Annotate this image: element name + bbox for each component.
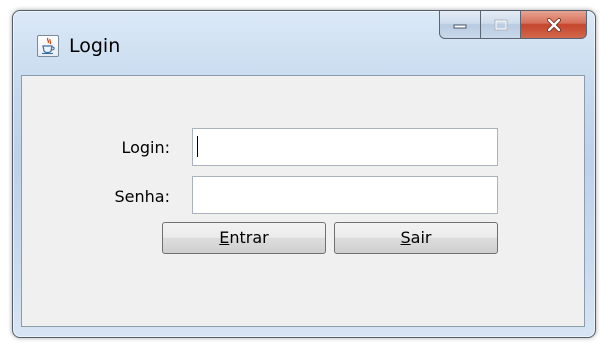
close-icon <box>546 17 561 32</box>
maximize-icon <box>494 19 507 30</box>
exit-label-rest: air <box>410 228 432 247</box>
exit-mnemonic: S <box>400 228 411 247</box>
password-input[interactable] <box>192 176 498 214</box>
login-label: Login: <box>121 138 170 157</box>
client-area: Login: Senha: Entrar Sair <box>21 75 585 327</box>
text-caret <box>197 136 198 157</box>
exit-button[interactable]: Sair <box>334 222 498 254</box>
title-bar[interactable]: Login <box>13 11 595 75</box>
minimize-button[interactable] <box>439 11 481 39</box>
login-window: Login Login: Senha: Entrar Sair <box>12 10 596 338</box>
minimize-icon <box>453 24 467 28</box>
enter-mnemonic: E <box>219 228 230 247</box>
enter-label-rest: ntrar <box>229 228 269 247</box>
close-button[interactable] <box>521 11 587 39</box>
enter-button[interactable]: Entrar <box>162 222 326 254</box>
login-input[interactable] <box>192 128 498 166</box>
java-cup-icon <box>37 35 59 57</box>
window-title: Login <box>69 35 121 57</box>
password-label: Senha: <box>114 187 170 206</box>
maximize-button[interactable] <box>481 11 521 39</box>
caption-buttons <box>439 11 587 41</box>
